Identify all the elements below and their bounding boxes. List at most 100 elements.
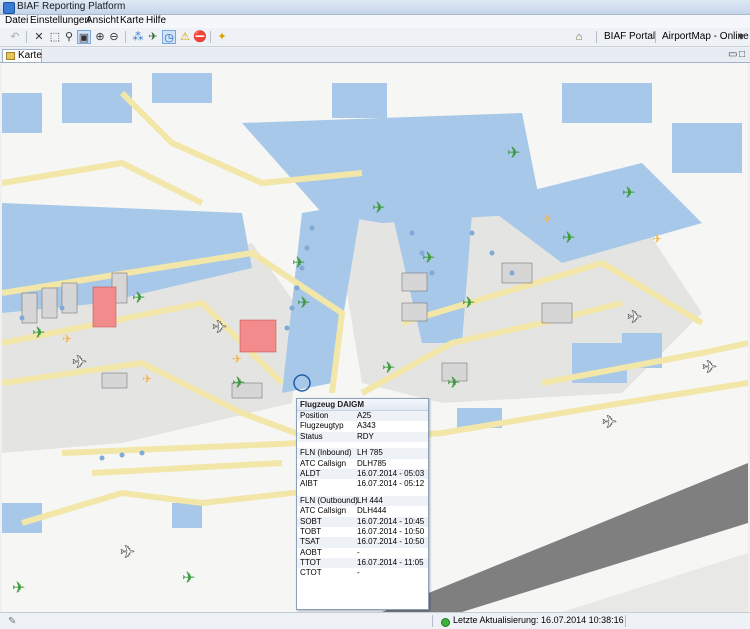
tab-bar: Karte ▭ □ xyxy=(0,48,750,63)
popup-value: DLH785 xyxy=(357,458,387,468)
map-tab-icon xyxy=(6,52,15,60)
popup-row: ALDT 16.07.2014 - 05:03 xyxy=(297,468,428,480)
aircraft-icon: ✈ xyxy=(72,352,87,372)
popup-key: FLN (Inbound) xyxy=(300,448,352,458)
popup-row: CTOT - xyxy=(297,568,428,578)
popup-row: Position A25 xyxy=(297,411,428,422)
zoom-in-icon[interactable]: ⊕ xyxy=(93,30,107,44)
popup-key: SOBT xyxy=(300,516,322,526)
popup-key: Status xyxy=(300,431,323,441)
menu-ansicht[interactable]: Ansicht xyxy=(86,15,119,26)
aircraft-info-popup: Flugzeug DAIGM Position A25 Flugzeugtyp A34… xyxy=(296,398,429,610)
tab-karte[interactable]: Karte xyxy=(2,49,42,62)
popup-value: 16.07.2014 - 10:45 xyxy=(357,516,425,526)
aircraft-icon: ✈ xyxy=(292,255,305,272)
select-icon[interactable]: ⬚ xyxy=(48,30,62,44)
toolbar-separator xyxy=(596,31,597,43)
flight-icon[interactable]: ✈ xyxy=(146,30,160,44)
popup-row: FLN (Outbound) LH 444 xyxy=(297,495,428,507)
chevron-down-icon[interactable]: ▾ xyxy=(734,30,748,44)
popup-title: Flugzeug DAIGM xyxy=(297,399,428,411)
title-bar: BIAF Reporting Platform xyxy=(0,0,750,15)
popup-value: 16.07.2014 - 10:50 xyxy=(357,537,425,547)
aircraft-icon: ✈ xyxy=(602,412,617,432)
maximize-view-icon[interactable]: □ xyxy=(739,49,745,60)
popup-key: TSAT xyxy=(300,537,320,547)
menu-einstellungen[interactable]: Einstellungen xyxy=(30,15,90,26)
popup-value: 16.07.2014 - 05:03 xyxy=(357,468,425,478)
popup-key: TTOT xyxy=(300,558,321,568)
status-separator xyxy=(625,615,626,627)
toolbar-separator xyxy=(655,31,656,43)
settings-icon[interactable]: ✦ xyxy=(215,30,229,44)
highlighted-stand xyxy=(239,319,277,353)
aircraft-icon: ✈ xyxy=(447,375,460,392)
clock-icon[interactable]: ◷ xyxy=(162,30,176,44)
status-bar: ✎ Letzte Aktualisierung: 16.07.2014 10:3… xyxy=(0,612,750,629)
building xyxy=(2,93,42,133)
popup-value: DLH444 xyxy=(357,506,387,516)
zoom-out-icon[interactable]: ⊖ xyxy=(107,30,121,44)
zoom-box-icon[interactable]: ▣ xyxy=(77,30,91,44)
aircraft-icon: ✈ xyxy=(372,200,385,217)
building xyxy=(62,83,132,123)
home-icon[interactable]: ⌂ xyxy=(572,30,586,44)
popup-key: Flugzeugtyp xyxy=(300,421,344,431)
menu-datei[interactable]: Datei xyxy=(5,15,28,26)
portal-link[interactable]: BIAF Portal xyxy=(604,31,655,42)
popup-row: SOBT 16.07.2014 - 10:45 xyxy=(297,516,428,527)
warning-icon[interactable]: ⚠ xyxy=(178,30,192,44)
cut-icon[interactable]: ✕ xyxy=(32,30,46,44)
zoom-icon[interactable]: ⚲ xyxy=(62,30,76,44)
popup-row: TTOT 16.07.2014 - 11:05 xyxy=(297,558,428,569)
aircraft-icon: ✈ xyxy=(627,307,642,327)
last-update-label: Letzte Aktualisierung: 16.07.2014 10:38:… xyxy=(453,615,624,625)
popup-key: AIBT xyxy=(300,479,318,489)
popup-value: A25 xyxy=(357,411,372,420)
popup-row: ATC Callsign DLH444 xyxy=(297,506,428,516)
menu-bar: Datei Einstellungen Ansicht Karte Hilfe xyxy=(0,15,750,28)
aircraft-icon: ✈ xyxy=(62,332,72,346)
popup-row: ATC Callsign DLH785 xyxy=(297,459,428,469)
aircraft-icon: ✈ xyxy=(422,250,435,267)
layers-icon[interactable]: ⁂ xyxy=(131,30,145,44)
popup-key: AOBT xyxy=(300,547,322,557)
undo-icon[interactable]: ↶ xyxy=(8,30,22,44)
building xyxy=(672,123,742,173)
toolbar-separator xyxy=(125,31,126,43)
toolbar: ↶ ✕ ⬚ ⚲ ▣ ⊕ ⊖ ⁂ ✈ ◷ ⚠ ⛔ ✦ ⌂ BIAF Portal … xyxy=(0,28,750,47)
menu-hilfe[interactable]: Hilfe xyxy=(146,15,166,26)
minimize-view-icon[interactable]: ▭ xyxy=(728,49,737,60)
popup-row: TOBT 16.07.2014 - 10:50 xyxy=(297,527,428,537)
aircraft-icon: ✈ xyxy=(232,352,242,366)
popup-value: 16.07.2014 - 05:12 xyxy=(357,479,425,489)
aircraft-icon: ✈ xyxy=(142,372,152,386)
building xyxy=(172,503,202,528)
status-separator xyxy=(432,615,433,627)
online-status-icon xyxy=(441,618,450,627)
stop-icon[interactable]: ⛔ xyxy=(193,30,207,44)
toolbar-separator xyxy=(210,31,211,43)
popup-value: RDY xyxy=(357,431,374,441)
aircraft-icon: ✈ xyxy=(182,570,195,587)
popup-row: Status RDY xyxy=(297,431,428,443)
aircraft-icon: ✈ xyxy=(542,212,552,226)
highlighted-stand xyxy=(92,286,117,328)
aircraft-icon: ✈ xyxy=(652,232,662,246)
aircraft-icon: ✈ xyxy=(382,360,395,377)
popup-value: LH 444 xyxy=(357,495,383,505)
popup-key: TOBT xyxy=(300,526,322,536)
popup-row: AOBT - xyxy=(297,548,428,558)
aircraft-icon: ✈ xyxy=(212,317,227,337)
popup-key: Position xyxy=(300,411,329,420)
menu-karte[interactable]: Karte xyxy=(120,15,144,26)
popup-details: Position A25 Flugzeugtyp A343 Status RDY FLN (… xyxy=(297,411,428,579)
popup-value: 16.07.2014 - 10:50 xyxy=(357,526,425,536)
aircraft-icon: ✈ xyxy=(232,375,245,392)
popup-row: TSAT 16.07.2014 - 10:50 xyxy=(297,537,428,548)
building xyxy=(152,73,212,103)
building xyxy=(332,83,387,118)
status-settings-icon: ✎ xyxy=(8,616,17,627)
popup-row: AIBT 16.07.2014 - 05:12 xyxy=(297,479,428,489)
popup-key: CTOT xyxy=(300,568,322,578)
